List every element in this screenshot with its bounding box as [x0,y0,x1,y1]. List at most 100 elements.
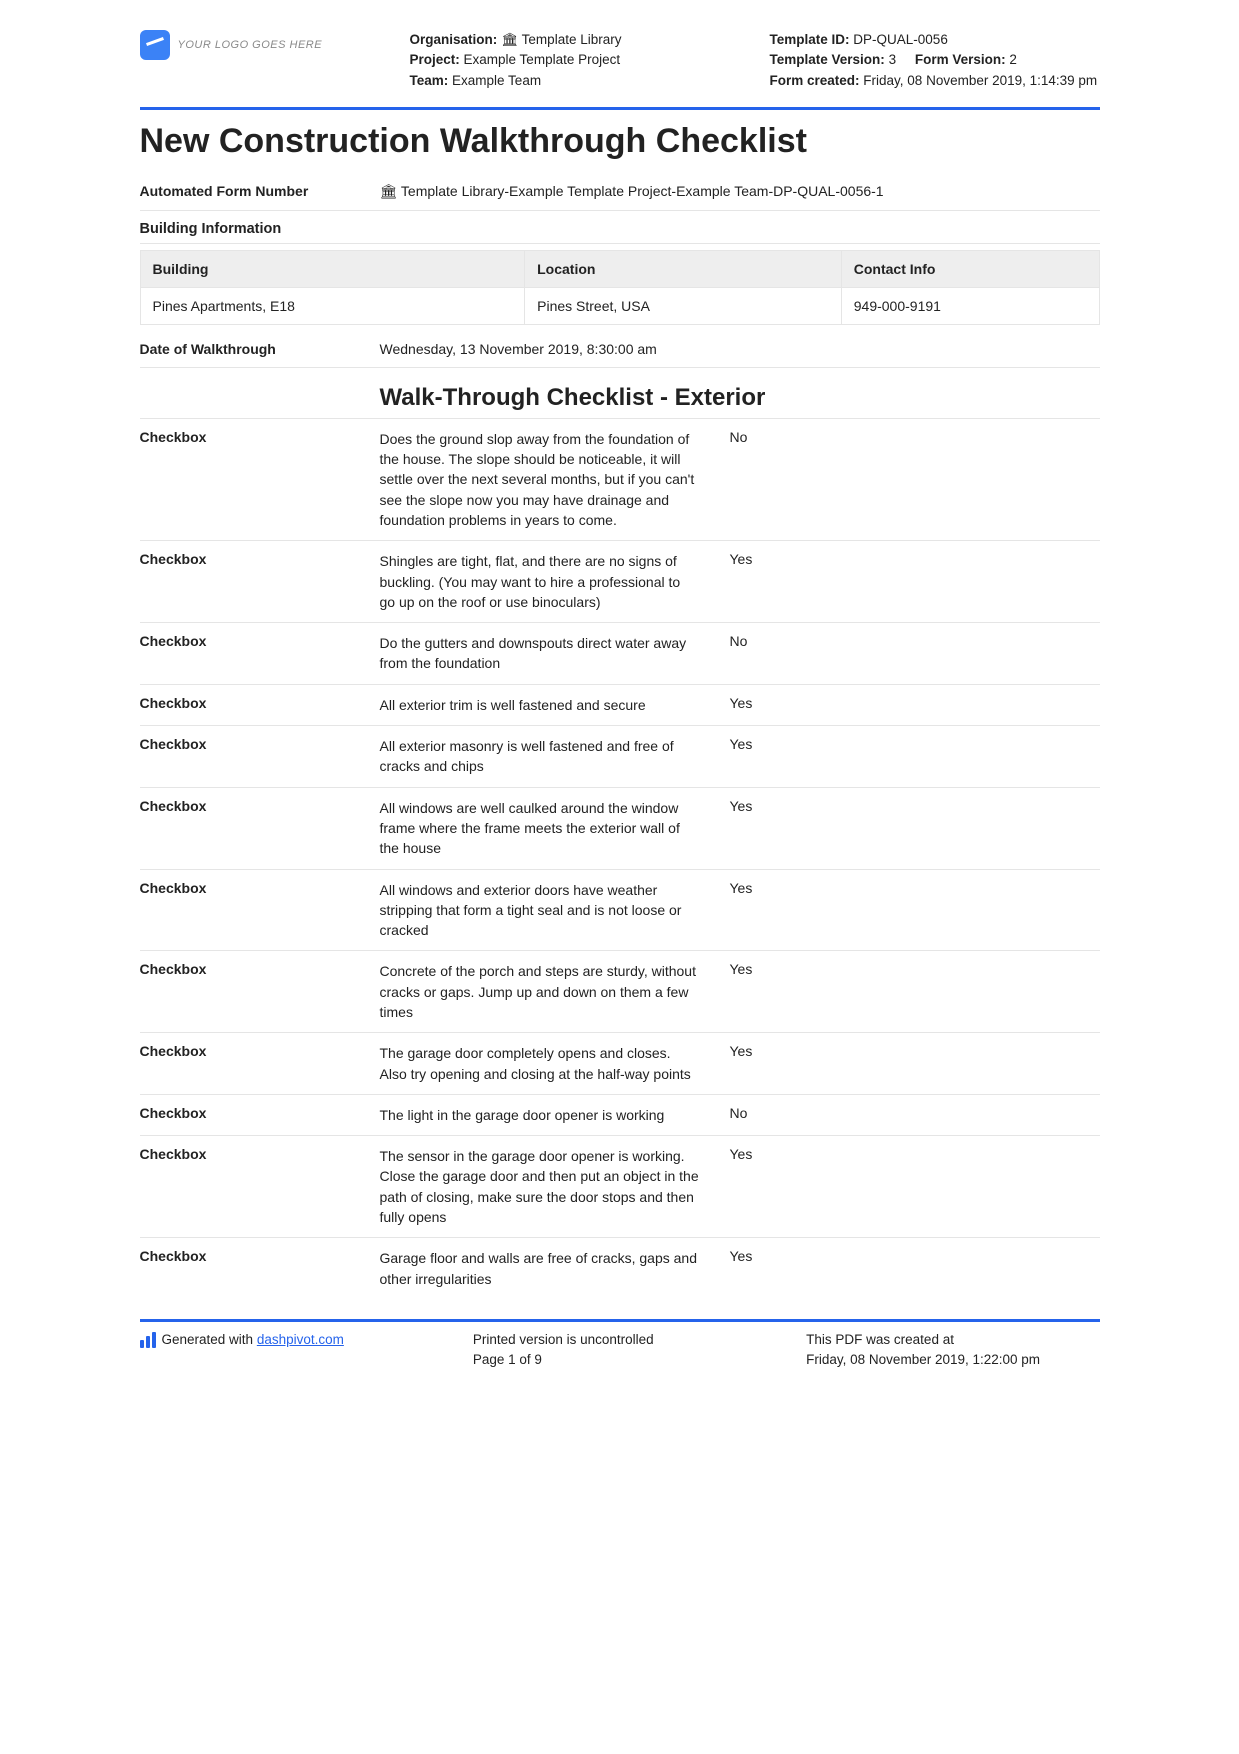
checkbox-description: Concrete of the porch and steps are stur… [380,961,730,1022]
checklist-row: CheckboxAll windows are well caulked aro… [140,787,1100,869]
form-created-value: Friday, 08 November 2019, 1:14:39 pm [863,73,1097,88]
checkbox-answer: No [730,1105,1100,1125]
checkbox-label: Checkbox [140,551,380,612]
checkbox-answer: Yes [730,1146,1100,1227]
checkbox-description: Shingles are tight, flat, and there are … [380,551,730,612]
checkbox-label: Checkbox [140,736,380,777]
form-created-label: Form created: [770,73,860,88]
checklist-row: CheckboxAll windows and exterior doors h… [140,869,1100,951]
team-value: Example Team [452,73,541,88]
date-label: Date of Walkthrough [140,341,380,357]
th-location: Location [525,250,842,287]
checkbox-description: All exterior trim is well fastened and s… [380,695,730,715]
checklist-row: CheckboxAll exterior trim is well fasten… [140,684,1100,725]
checklist-row: CheckboxThe sensor in the garage door op… [140,1135,1100,1237]
exterior-heading: Walk-Through Checklist - Exterior [140,384,1100,412]
checkbox-label: Checkbox [140,880,380,941]
checkbox-description: The garage door completely opens and clo… [380,1043,730,1084]
page-title: New Construction Walkthrough Checklist [140,122,1100,161]
pdf-created-value: Friday, 08 November 2019, 1:22:00 pm [806,1350,1099,1370]
afn-value: 🏛 Template Library-Example Template Proj… [380,183,1100,200]
dashpivot-icon [140,1332,156,1348]
th-building: Building [140,250,525,287]
date-row: Date of Walkthrough Wednesday, 13 Novemb… [140,331,1100,368]
checklist-row: CheckboxThe garage door completely opens… [140,1032,1100,1094]
checkbox-label: Checkbox [140,1043,380,1084]
footer-divider [140,1319,1100,1322]
checklist-row: CheckboxThe light in the garage door ope… [140,1094,1100,1135]
checkbox-answer: Yes [730,1248,1100,1289]
checklist-row: CheckboxDo the gutters and downspouts di… [140,622,1100,684]
template-version-value: 3 [889,52,897,67]
footer-generated: Generated with dashpivot.com [140,1330,433,1371]
logo-icon [140,30,170,60]
checkbox-label: Checkbox [140,961,380,1022]
project-value: Example Template Project [464,52,621,67]
project-label: Project: [410,52,460,67]
checklist-row: CheckboxShingles are tight, flat, and th… [140,540,1100,622]
checkbox-description: Does the ground slop away from the found… [380,429,730,530]
checkbox-description: Do the gutters and downspouts direct wat… [380,633,730,674]
checkbox-description: All windows and exterior doors have weat… [380,880,730,941]
td-location: Pines Street, USA [525,287,842,324]
td-contact: 949-000-9191 [841,287,1099,324]
meta-right: Template ID: DP-QUAL-0056 Template Versi… [770,30,1100,91]
dashpivot-link[interactable]: dashpivot.com [257,1332,344,1347]
checkbox-answer: No [730,633,1100,674]
org-label: Organisation: [410,32,498,47]
table-header-row: Building Location Contact Info [140,250,1099,287]
date-value: Wednesday, 13 November 2019, 8:30:00 am [380,341,1100,357]
org-value: 🏛 Template Library [501,32,621,47]
table-row: Pines Apartments, E18 Pines Street, USA … [140,287,1099,324]
template-version-label: Template Version: [770,52,885,67]
template-id-value: DP-QUAL-0056 [853,32,948,47]
checkbox-description: The light in the garage door opener is w… [380,1105,730,1125]
template-id-label: Template ID: [770,32,850,47]
checkbox-answer: Yes [730,798,1100,859]
checkbox-label: Checkbox [140,1105,380,1125]
th-contact: Contact Info [841,250,1099,287]
footer-page-info: Printed version is uncontrolled Page 1 o… [473,1330,766,1371]
checkbox-description: The sensor in the garage door opener is … [380,1146,730,1227]
form-version-label: Form Version: [915,52,1006,67]
checklist-row: CheckboxGarage floor and walls are free … [140,1237,1100,1299]
checkbox-answer: Yes [730,736,1100,777]
logo-placeholder-text: YOUR LOGO GOES HERE [178,39,323,51]
checkbox-description: All windows are well caulked around the … [380,798,730,859]
checkbox-label: Checkbox [140,1146,380,1227]
checkbox-answer: Yes [730,695,1100,715]
td-building: Pines Apartments, E18 [140,287,525,324]
building-info-header: Building Information [140,211,1100,244]
form-version-value: 2 [1009,52,1017,67]
checkbox-description: Garage floor and walls are free of crack… [380,1248,730,1289]
afn-label: Automated Form Number [140,183,380,200]
checkbox-answer: Yes [730,880,1100,941]
document-header: YOUR LOGO GOES HERE Organisation: 🏛 Temp… [140,30,1100,99]
afn-row: Automated Form Number 🏛 Template Library… [140,173,1100,211]
checkbox-answer: Yes [730,551,1100,612]
document-footer: Generated with dashpivot.com Printed ver… [140,1330,1100,1371]
checkbox-label: Checkbox [140,798,380,859]
generated-prefix: Generated with [162,1332,257,1347]
logo-block: YOUR LOGO GOES HERE [140,30,380,60]
checkbox-description: All exterior masonry is well fastened an… [380,736,730,777]
checklist-row: CheckboxConcrete of the porch and steps … [140,950,1100,1032]
pdf-created-label: This PDF was created at [806,1330,1099,1350]
checkbox-label: Checkbox [140,429,380,530]
checkbox-answer: No [730,429,1100,530]
checkbox-label: Checkbox [140,695,380,715]
building-info-table: Building Location Contact Info Pines Apa… [140,250,1100,325]
checkbox-answer: Yes [730,961,1100,1022]
checklist-exterior: CheckboxDoes the ground slop away from t… [140,418,1100,1299]
footer-timestamp: This PDF was created at Friday, 08 Novem… [806,1330,1099,1371]
team-label: Team: [410,73,449,88]
page-number: Page 1 of 9 [473,1350,766,1370]
uncontrolled-text: Printed version is uncontrolled [473,1330,766,1350]
checkbox-label: Checkbox [140,633,380,674]
meta-left: Organisation: 🏛 Template Library Project… [410,30,740,91]
checklist-row: CheckboxAll exterior masonry is well fas… [140,725,1100,787]
checkbox-label: Checkbox [140,1248,380,1289]
checklist-row: CheckboxDoes the ground slop away from t… [140,418,1100,540]
header-divider [140,107,1100,110]
checkbox-answer: Yes [730,1043,1100,1084]
